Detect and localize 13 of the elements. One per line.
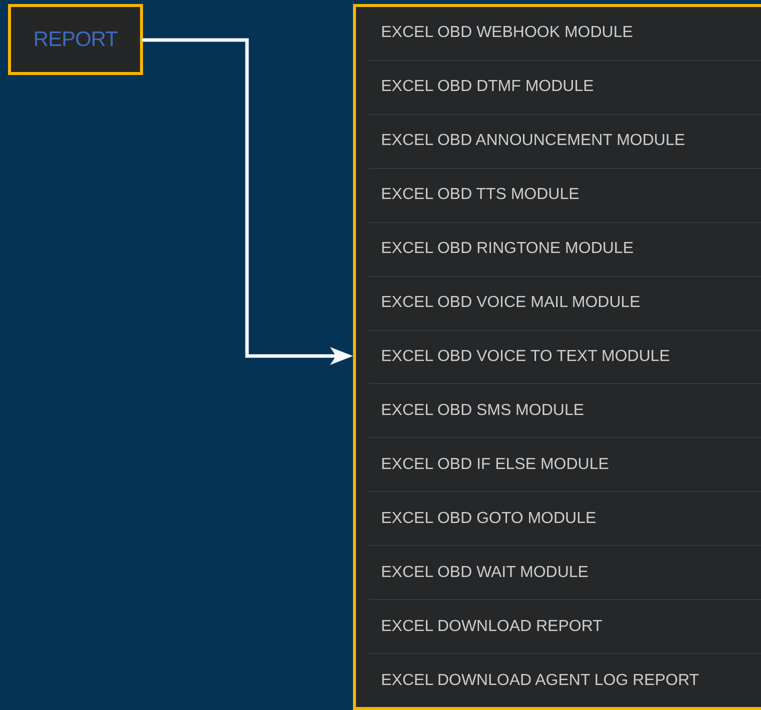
menu-item[interactable]: EXCEL OBD TTS MODULE <box>369 168 761 223</box>
menu-item[interactable]: EXCEL OBD DTMF MODULE <box>369 60 761 115</box>
menu-item[interactable]: EXCEL OBD VOICE TO TEXT MODULE <box>369 330 761 384</box>
menu-item[interactable]: EXCEL OBD SMS MODULE <box>369 384 761 438</box>
menu-item[interactable]: EXCEL OBD VOICE MAIL MODULE <box>369 276 761 331</box>
menu-item[interactable]: EXCEL OBD GOTO MODULE <box>369 492 761 546</box>
menu-item[interactable]: EXCEL DOWNLOAD REPORT <box>369 600 761 654</box>
menu-item[interactable]: EXCEL OBD WAIT MODULE <box>369 546 761 600</box>
menu-item[interactable]: EXCEL OBD RINGTONE MODULE <box>369 222 761 277</box>
menu-item[interactable]: EXCEL OBD ANNOUNCEMENT MODULE <box>369 114 761 169</box>
menu-item[interactable]: EXCEL OBD WEBHOOK MODULE <box>369 7 761 61</box>
menu-item[interactable]: EXCEL OBD IF ELSE MODULE <box>369 438 761 492</box>
menu-item[interactable]: EXCEL DOWNLOAD AGENT LOG REPORT <box>369 654 761 707</box>
